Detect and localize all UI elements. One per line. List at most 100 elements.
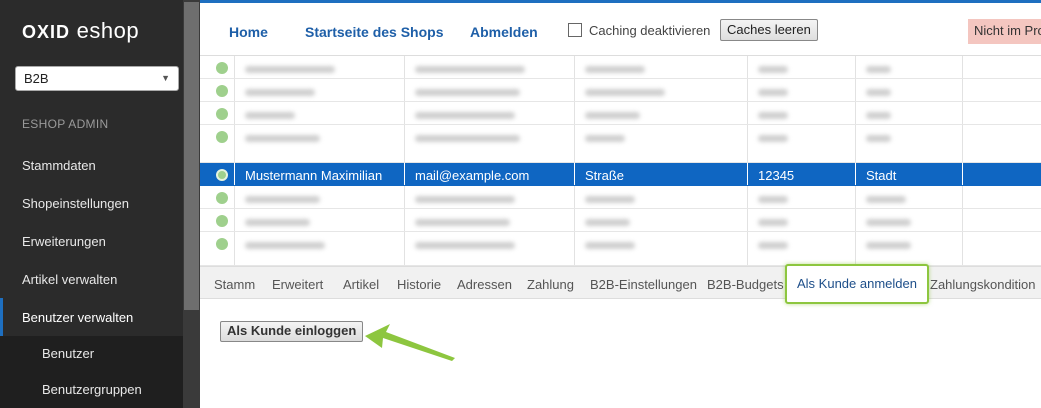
table-cell [235, 232, 405, 265]
production-mode-warning: Nicht im Produktivmodus [968, 19, 1041, 44]
table-row[interactable] [200, 232, 1041, 266]
oxid-eshop-logo: OXID eshop [22, 18, 139, 44]
table-cell [405, 79, 575, 101]
sidebar-item-benutzer-verwalten[interactable]: Benutzer verwalten [0, 298, 183, 336]
tab-historie[interactable]: Historie [397, 277, 441, 292]
table-row[interactable] [200, 186, 1041, 209]
table-cell [575, 186, 748, 208]
table-row-selected[interactable]: Mustermann Maximilian mail@example.com S… [200, 163, 1041, 186]
shop-select-value: B2B [24, 71, 49, 86]
active-status-icon [216, 215, 228, 227]
table-cell [963, 209, 1041, 231]
logout-link[interactable]: Abmelden [470, 24, 538, 40]
top-navigation: Home Startseite des Shops Abmelden Cachi… [200, 0, 1041, 56]
sidebar-item-shopeinstellungen[interactable]: Shopeinstellungen [0, 184, 183, 222]
table-cell [963, 79, 1041, 101]
customer-city-cell: Stadt [856, 163, 963, 185]
table-cell [856, 125, 963, 162]
table-cell [856, 79, 963, 101]
status-cell [200, 79, 235, 101]
table-row[interactable] [200, 102, 1041, 125]
table-cell [748, 56, 856, 78]
sidebar-item-erweiterungen[interactable]: Erweiterungen [0, 222, 183, 260]
table-cell [856, 209, 963, 231]
active-status-icon [216, 238, 228, 250]
tab-zahlungskondition[interactable]: Zahlungskondition [930, 277, 1036, 292]
logo-bold-text: OXID [22, 22, 71, 42]
table-cell [748, 79, 856, 101]
clear-caches-button[interactable]: Caches leeren [720, 19, 818, 41]
caching-checkbox[interactable] [568, 23, 582, 37]
active-status-icon [216, 169, 228, 181]
sidebar-item-stammdaten[interactable]: Stammdaten [0, 146, 183, 184]
table-row[interactable] [200, 79, 1041, 102]
green-arrow-icon [365, 324, 455, 361]
table-cell [235, 102, 405, 124]
table-cell [856, 56, 963, 78]
logo-text: eshop [76, 18, 140, 43]
table-cell [235, 209, 405, 231]
shop-start-link[interactable]: Startseite des Shops [305, 24, 444, 40]
table-cell [235, 186, 405, 208]
tab-stamm[interactable]: Stamm [214, 277, 255, 292]
table-cell [405, 232, 575, 265]
table-cell [963, 232, 1041, 265]
status-cell [200, 56, 235, 78]
table-cell [856, 186, 963, 208]
tab-als-kunde-anmelden[interactable]: Als Kunde anmelden [785, 264, 929, 304]
table-cell [748, 125, 856, 162]
tab-artikel[interactable]: Artikel [343, 277, 379, 292]
table-cell [963, 186, 1041, 208]
sidebar: OXID eshop B2B ▼ ESHOP ADMIN Stammdaten … [0, 0, 200, 408]
active-status-icon [216, 131, 228, 143]
table-cell [405, 186, 575, 208]
caching-label: Caching deaktivieren [589, 23, 711, 38]
sidebar-subitem-benutzer[interactable]: Benutzer [0, 336, 183, 372]
login-as-customer-button[interactable]: Als Kunde einloggen [220, 321, 364, 342]
table-cell [748, 232, 856, 265]
detail-tabs: Stamm Erweitert Artikel Historie Adresse… [200, 264, 1041, 304]
table-row[interactable] [200, 56, 1041, 79]
tab-b2b-einstellungen[interactable]: B2B-Einstellungen [590, 277, 697, 292]
sidebar-subitem-benutzergruppen[interactable]: Benutzergruppen [0, 372, 183, 408]
status-cell [200, 163, 235, 185]
table-cell [856, 232, 963, 265]
tab-adressen[interactable]: Adressen [457, 277, 512, 292]
customer-street-cell: Straße [575, 163, 748, 185]
status-cell [200, 209, 235, 231]
table-cell [963, 163, 1041, 185]
table-cell [235, 79, 405, 101]
table-cell [748, 102, 856, 124]
tab-erweitert[interactable]: Erweitert [272, 277, 323, 292]
table-cell [748, 209, 856, 231]
sidebar-caption: ESHOP ADMIN [22, 117, 109, 131]
status-cell [200, 125, 235, 162]
sidebar-item-artikel[interactable]: Artikel verwalten [0, 260, 183, 298]
table-cell [575, 79, 748, 101]
table-cell [963, 56, 1041, 78]
sidebar-scrollbar-thumb[interactable] [184, 2, 199, 310]
table-cell [235, 125, 405, 162]
table-cell [575, 209, 748, 231]
tab-zahlung[interactable]: Zahlung [527, 277, 574, 292]
table-row[interactable] [200, 125, 1041, 163]
customer-email-cell: mail@example.com [405, 163, 575, 185]
tab-b2b-budgets[interactable]: B2B-Budgets [707, 277, 784, 292]
table-cell [235, 56, 405, 78]
table-cell [748, 186, 856, 208]
home-link[interactable]: Home [229, 24, 268, 40]
table-cell [405, 125, 575, 162]
table-cell [405, 102, 575, 124]
sidebar-scrollbar[interactable] [183, 0, 200, 408]
table-cell [405, 209, 575, 231]
status-cell [200, 186, 235, 208]
customer-zip-cell: 12345 [748, 163, 856, 185]
active-status-icon [216, 108, 228, 120]
table-row[interactable] [200, 209, 1041, 232]
table-cell [575, 102, 748, 124]
table-cell [575, 232, 748, 265]
shop-select[interactable]: B2B ▼ [15, 66, 179, 91]
table-cell [963, 102, 1041, 124]
status-cell [200, 232, 235, 265]
active-status-icon [216, 62, 228, 74]
